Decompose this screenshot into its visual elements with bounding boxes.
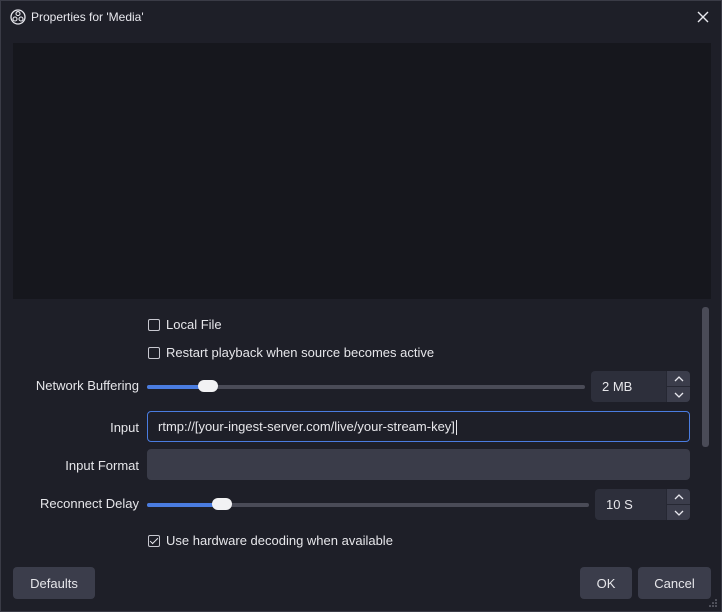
reconnect-delay-fill — [147, 503, 223, 507]
media-preview — [13, 43, 711, 299]
hardware-decoding-checkbox[interactable] — [148, 534, 160, 547]
hardware-decoding-label: Use hardware decoding when available — [166, 533, 393, 548]
reconnect-delay-increase-button[interactable] — [666, 489, 690, 505]
resize-grip-icon[interactable] — [708, 598, 718, 608]
defaults-button[interactable]: Defaults — [13, 567, 95, 599]
chevron-up-icon — [674, 375, 683, 381]
local-file-option[interactable]: Local File — [148, 317, 222, 332]
title-bar: Properties for 'Media' — [1, 1, 721, 33]
chevron-down-icon — [674, 510, 683, 516]
network-buffering-increase-button[interactable] — [666, 371, 690, 387]
reconnect-delay-label: Reconnect Delay — [40, 496, 139, 511]
reconnect-delay-decrease-button[interactable] — [666, 505, 690, 520]
properties-scrollbar[interactable] — [702, 307, 709, 559]
network-buffering-slider[interactable] — [147, 380, 585, 392]
network-buffering-decrease-button[interactable] — [666, 387, 690, 402]
close-icon[interactable] — [693, 7, 713, 27]
restart-playback-label: Restart playback when source becomes act… — [166, 345, 435, 360]
reconnect-delay-slider[interactable] — [147, 498, 589, 510]
scrollbar-thumb[interactable] — [702, 307, 709, 447]
text-caret — [455, 420, 457, 436]
properties-dialog: Properties for 'Media' Local File Restar… — [0, 0, 722, 612]
cancel-button[interactable]: Cancel — [638, 567, 711, 599]
chevron-down-icon — [674, 392, 683, 398]
window-title: Properties for 'Media' — [31, 10, 144, 24]
obs-logo-icon — [10, 9, 26, 25]
network-buffering-spinbox[interactable]: 2 MB — [591, 371, 690, 402]
reconnect-delay-value[interactable]: 10 S — [595, 489, 666, 520]
ok-button[interactable]: OK — [580, 567, 632, 599]
chevron-up-icon — [674, 493, 683, 499]
input-format-field[interactable] — [147, 449, 690, 480]
reconnect-delay-spinbox[interactable]: 10 S — [595, 489, 690, 520]
input-label: Input — [110, 420, 139, 435]
input-field[interactable]: rtmp://[your-ingest-server.com/live/your… — [147, 411, 690, 442]
network-buffering-value[interactable]: 2 MB — [591, 371, 666, 402]
local-file-label: Local File — [166, 317, 222, 332]
network-buffering-handle[interactable] — [198, 380, 219, 392]
hardware-decoding-option[interactable]: Use hardware decoding when available — [148, 533, 393, 548]
reconnect-delay-handle[interactable] — [212, 498, 233, 510]
input-format-label: Input Format — [65, 458, 139, 473]
network-buffering-label: Network Buffering — [35, 378, 139, 393]
restart-playback-checkbox[interactable] — [148, 346, 160, 359]
input-value: rtmp://[your-ingest-server.com/live/your… — [158, 419, 455, 434]
local-file-checkbox[interactable] — [148, 318, 160, 331]
restart-playback-option[interactable]: Restart playback when source becomes act… — [148, 345, 434, 360]
